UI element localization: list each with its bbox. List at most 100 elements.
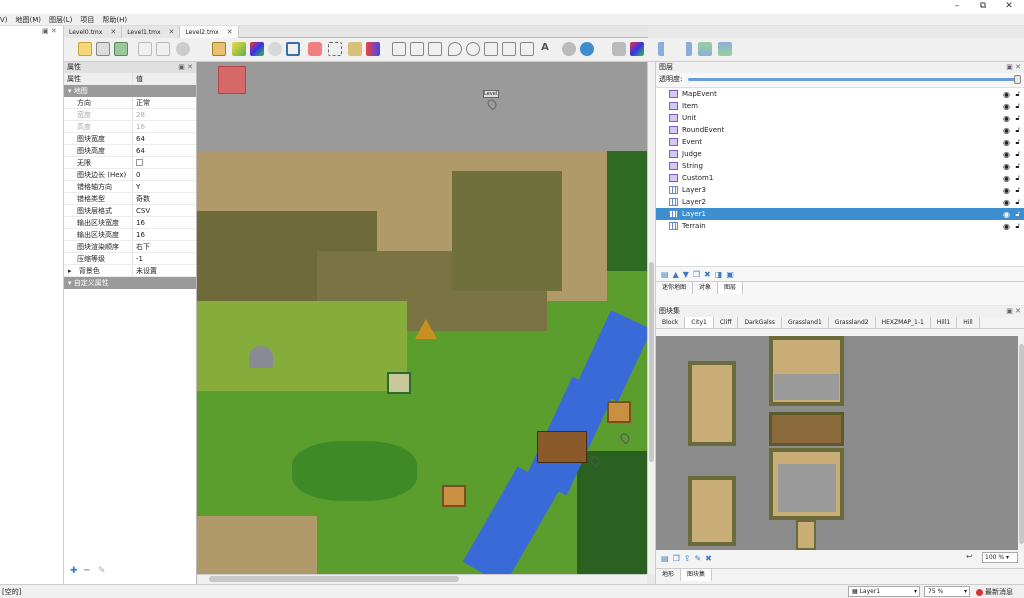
- align-right-icon[interactable]: [678, 42, 692, 56]
- raise-icon[interactable]: [698, 42, 712, 56]
- menu-view[interactable]: V): [0, 16, 8, 24]
- layer-item-selected[interactable]: Layer1 ◉ 🔓︎: [656, 208, 1024, 220]
- zoom-select[interactable]: 75 % ▾: [924, 586, 970, 597]
- layer-item[interactable]: Layer3 ◉ 🔓︎: [656, 184, 1024, 196]
- bucket-fill-icon[interactable]: [268, 42, 282, 56]
- tileset-tab[interactable]: DarkGalss: [738, 317, 782, 328]
- tileset-tab[interactable]: HEXZMAP_1-1: [876, 317, 931, 328]
- lower-icon[interactable]: [718, 42, 732, 56]
- visibility-eye-icon[interactable]: ◉: [1003, 114, 1010, 123]
- menu-layer[interactable]: 图层(L): [49, 15, 72, 25]
- map-marker-icon[interactable]: [485, 97, 499, 111]
- layer-item[interactable]: Unit ◉ 🔓︎: [656, 112, 1024, 124]
- lock-icon[interactable]: 🔓︎: [1015, 162, 1020, 171]
- lock-icon[interactable]: 🔓︎: [1015, 102, 1020, 111]
- layer-item[interactable]: Judge ◉ 🔓︎: [656, 148, 1024, 160]
- prop-row[interactable]: 压缩等级 -1: [64, 253, 196, 265]
- lock-icon[interactable]: 🔓︎: [1015, 198, 1020, 207]
- visibility-eye-icon[interactable]: ◉: [1003, 186, 1010, 195]
- lock-icon[interactable]: 🔓︎: [1015, 174, 1020, 183]
- tileset-tab[interactable]: Grassland1: [782, 317, 829, 328]
- undo-icon[interactable]: [138, 42, 152, 56]
- eraser-icon[interactable]: [308, 42, 322, 56]
- lock-icon[interactable]: 🔓︎: [1015, 126, 1020, 135]
- prop-row[interactable]: 错格轴方向 Y: [64, 181, 196, 193]
- close-tab-icon[interactable]: ✕: [169, 28, 175, 36]
- layer-select[interactable]: ▦ Layer1 ▾: [848, 586, 920, 597]
- wang-fill-icon[interactable]: [630, 42, 644, 56]
- prop-value[interactable]: -1: [133, 253, 196, 264]
- group-custom[interactable]: ▾ 自定义属性: [64, 277, 196, 289]
- embed-tileset-icon[interactable]: ❐: [673, 554, 680, 563]
- magic-wand-icon[interactable]: [348, 42, 362, 56]
- visibility-eye-icon[interactable]: ◉: [1003, 162, 1010, 171]
- tab-layers[interactable]: 图层: [718, 282, 744, 294]
- tile-roof[interactable]: [688, 361, 736, 446]
- layer-item[interactable]: RoundEvent ◉ 🔓︎: [656, 124, 1024, 136]
- visibility-eye-icon[interactable]: ◉: [1003, 222, 1010, 231]
- tab-level2[interactable]: Level2.tmx ✕: [180, 26, 239, 38]
- menu-map[interactable]: 地图(M): [16, 15, 42, 25]
- vertical-scrollbar[interactable]: [647, 62, 655, 574]
- random-mode-icon[interactable]: [612, 42, 626, 56]
- new-file-icon[interactable]: [78, 42, 92, 56]
- duplicate-layer-icon[interactable]: ❐: [693, 270, 700, 279]
- dynamic-wrap-icon[interactable]: ↩: [966, 552, 973, 561]
- prop-row[interactable]: ▸ 背景色 未设置: [64, 265, 196, 277]
- prop-row[interactable]: 方向 正常: [64, 97, 196, 109]
- select-objects-icon[interactable]: [392, 42, 406, 56]
- lock-icon[interactable]: 🔓︎: [1015, 90, 1020, 99]
- lock-icon[interactable]: 🔓︎: [1015, 186, 1020, 195]
- insert-polygon-icon[interactable]: [484, 42, 498, 56]
- visibility-eye-icon[interactable]: ◉: [1003, 198, 1010, 207]
- prop-row[interactable]: 无限: [64, 157, 196, 169]
- prop-value[interactable]: 64: [133, 145, 196, 156]
- layer-item[interactable]: Event ◉ 🔓︎: [656, 136, 1024, 148]
- visibility-eye-icon[interactable]: ◉: [1003, 90, 1010, 99]
- wang-brush-icon[interactable]: [250, 42, 264, 56]
- scroll-thumb[interactable]: [649, 262, 654, 462]
- tab-level1[interactable]: Level1.tmx ✕: [122, 26, 181, 38]
- prop-row[interactable]: 图块渲染顺序 右下: [64, 241, 196, 253]
- prop-row[interactable]: 输出区块宽度 16: [64, 217, 196, 229]
- infinite-checkbox[interactable]: [133, 157, 196, 168]
- layer-item[interactable]: MapEvent ◉ 🔓︎: [656, 88, 1024, 100]
- tileset-zoom-select[interactable]: 100 % ▾: [982, 552, 1018, 563]
- prop-row[interactable]: 图块边长 (Hex) 0: [64, 169, 196, 181]
- new-layer-icon[interactable]: ▤: [661, 270, 669, 279]
- visibility-eye-icon[interactable]: ◉: [1003, 138, 1010, 147]
- layer-item[interactable]: String ◉ 🔓︎: [656, 160, 1024, 172]
- tileset-tab[interactable]: Hill1: [931, 317, 958, 328]
- delete-layer-icon[interactable]: ✖: [704, 270, 711, 279]
- terrain-brush-icon[interactable]: [232, 42, 246, 56]
- dock-float-icon[interactable]: ▣ ✕: [42, 27, 57, 35]
- move-down-icon[interactable]: ▼: [683, 270, 689, 279]
- tileset-tab[interactable]: Cliff: [714, 317, 739, 328]
- remove-property-icon[interactable]: ━: [84, 566, 89, 576]
- layer-item[interactable]: Item ◉ 🔓︎: [656, 100, 1024, 112]
- group-map[interactable]: ▾ 地图: [64, 85, 196, 97]
- insert-text-icon[interactable]: A: [538, 42, 552, 56]
- panel-close-icon[interactable]: ▣ ✕: [1006, 62, 1024, 73]
- lock-icon[interactable]: 🔓︎: [1015, 150, 1020, 159]
- rotate-icon[interactable]: [580, 42, 594, 56]
- stamp-brush-icon[interactable]: [212, 42, 226, 56]
- close-window-button[interactable]: ✕: [994, 0, 1024, 14]
- prop-row[interactable]: 错格类型 奇数: [64, 193, 196, 205]
- prop-value[interactable]: 0: [133, 169, 196, 180]
- edit-tileset-icon[interactable]: ✎: [694, 554, 701, 563]
- prop-value[interactable]: 未设置: [133, 265, 196, 276]
- lock-layer-icon[interactable]: ▣: [726, 270, 734, 279]
- lock-icon[interactable]: 🔓︎: [1015, 114, 1020, 123]
- close-tab-icon[interactable]: ✕: [227, 28, 233, 36]
- tileset-tab[interactable]: Grassland2: [829, 317, 876, 328]
- insert-tile-icon[interactable]: [520, 42, 534, 56]
- new-tileset-icon[interactable]: ▤: [661, 554, 669, 563]
- checkbox-box[interactable]: [136, 159, 143, 166]
- shape-fill-icon[interactable]: [286, 42, 300, 56]
- map-marker-label[interactable]: Level3: [483, 90, 499, 98]
- tile-doors[interactable]: [769, 412, 844, 446]
- tab-terrain[interactable]: 地形: [656, 569, 682, 581]
- tab-objects[interactable]: 对象: [693, 282, 719, 294]
- rename-property-icon[interactable]: ✎: [98, 566, 106, 576]
